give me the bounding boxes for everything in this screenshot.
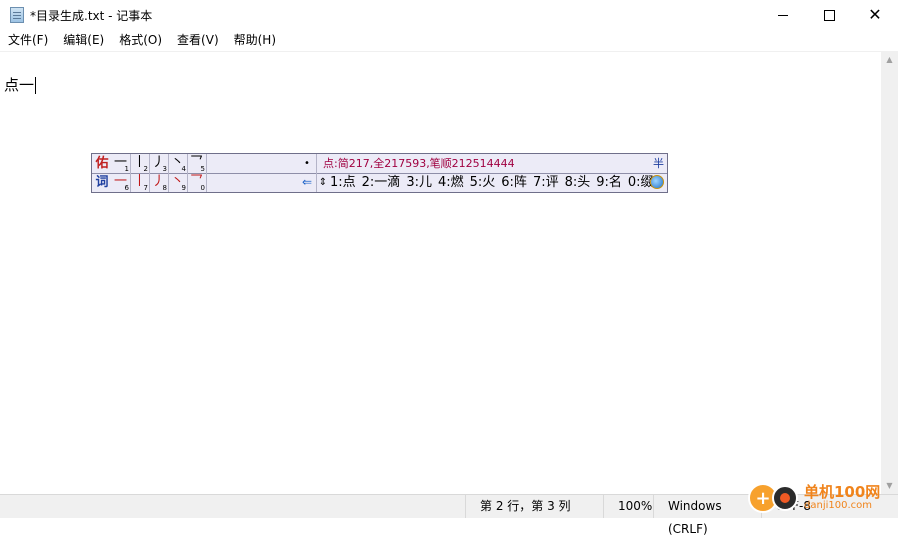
- menu-file[interactable]: 文件(F): [0, 30, 55, 50]
- candidate-item[interactable]: 4:燃: [438, 173, 464, 192]
- stroke-key[interactable]: 丿8: [150, 173, 169, 192]
- stroke-key[interactable]: 丨2: [131, 154, 150, 173]
- notepad-icon: [10, 7, 24, 23]
- zoom-level: 100%: [603, 495, 653, 518]
- stroke-key[interactable]: 一1: [112, 154, 131, 173]
- close-icon: ✕: [868, 5, 882, 24]
- menu-format[interactable]: 格式(O): [111, 30, 169, 50]
- ime-logo-icon[interactable]: 佑: [93, 155, 111, 172]
- text-caret: [35, 77, 37, 94]
- watermark-en: danji100.com: [804, 499, 872, 511]
- vertical-scrollbar[interactable]: ▲ ▼: [881, 51, 898, 494]
- stroke-key[interactable]: 丨7: [131, 173, 150, 192]
- candidate-list: 1:点 2:一滴 3:儿 4:燃 5:火 6:阵 7:评 8:头 9:名 0:缀: [330, 173, 660, 192]
- backspace-arrow-icon[interactable]: ⇐: [298, 173, 317, 192]
- line-ending: Windows (CRLF): [653, 495, 761, 536]
- ime-char-info: 点:简217,全217593,笔顺212514444: [323, 157, 515, 170]
- cursor-position: 第 2 行，第 3 列: [465, 495, 603, 518]
- watermark-logo: + 单机100网 danji100.com: [748, 478, 898, 518]
- ime-top-row: 佑 一1 丨2 丿3 丶4 乛5 • 点:简217,全217593,笔顺2125…: [92, 154, 667, 174]
- menu-edit[interactable]: 编辑(E): [55, 30, 111, 50]
- browser-globe-icon[interactable]: [650, 175, 664, 189]
- half-width-toggle[interactable]: 半: [653, 154, 664, 173]
- stroke-key[interactable]: 丿3: [150, 154, 169, 173]
- menu-view[interactable]: 查看(V): [169, 30, 226, 50]
- watermark-cn: 单机100网: [804, 482, 881, 501]
- minimize-button[interactable]: [760, 0, 806, 30]
- stroke-key[interactable]: 乛5: [188, 154, 207, 173]
- candidate-item[interactable]: 6:阵: [501, 173, 527, 192]
- editor-content[interactable]: 点一: [4, 74, 37, 95]
- ime-phrase-icon[interactable]: 词: [93, 174, 111, 191]
- stroke-key[interactable]: 一6: [112, 173, 131, 192]
- candidate-item[interactable]: 8:头: [565, 173, 591, 192]
- page-arrows-icon[interactable]: ⇕: [318, 173, 328, 192]
- ime-candidate-window[interactable]: 佑 一1 丨2 丿3 丶4 乛5 • 点:简217,全217593,笔顺2125…: [91, 153, 668, 193]
- maximize-button[interactable]: [806, 0, 852, 30]
- ime-stroke-keys-top: 一1 丨2 丿3 丶4 乛5: [112, 154, 207, 173]
- close-button[interactable]: ✕: [852, 0, 898, 30]
- candidate-item[interactable]: 2:一滴: [362, 173, 401, 192]
- candidate-item[interactable]: 5:火: [470, 173, 496, 192]
- candidate-item[interactable]: 7:评: [533, 173, 559, 192]
- stroke-key[interactable]: 乛0: [188, 173, 207, 192]
- editor-text: 点一: [4, 76, 35, 94]
- text-editor[interactable]: 点一: [0, 51, 881, 495]
- ime-stroke-keys-bottom: 一6 丨7 丿8 丶9 乛0: [112, 173, 207, 192]
- chevron-up-icon: ▲: [886, 55, 893, 64]
- watermark-text: 单机100网 danji100.com: [804, 482, 881, 511]
- scroll-up-button[interactable]: ▲: [881, 51, 898, 68]
- wildcard-dot-key[interactable]: •: [298, 154, 317, 173]
- stroke-key[interactable]: 丶9: [169, 173, 188, 192]
- stroke-key[interactable]: 丶4: [169, 154, 188, 173]
- menu-bar: 文件(F) 编辑(E) 格式(O) 查看(V) 帮助(H): [0, 30, 898, 50]
- menu-help[interactable]: 帮助(H): [226, 30, 283, 50]
- watermark-dot-icon: [772, 485, 798, 511]
- minimize-icon: [778, 14, 788, 16]
- candidate-item[interactable]: 9:名: [596, 173, 622, 192]
- maximize-icon: [823, 9, 835, 21]
- candidate-item[interactable]: 3:儿: [406, 173, 432, 192]
- title-bar: *目录生成.txt - 记事本 ✕: [0, 0, 898, 30]
- ime-bottom-row: 词 一6 丨7 丿8 丶9 乛0 ⇐ ⇕ 1:点 2:一滴 3:儿 4:燃 5:…: [92, 173, 667, 192]
- window-title: *目录生成.txt - 记事本: [30, 8, 153, 23]
- candidate-item[interactable]: 1:点: [330, 173, 356, 192]
